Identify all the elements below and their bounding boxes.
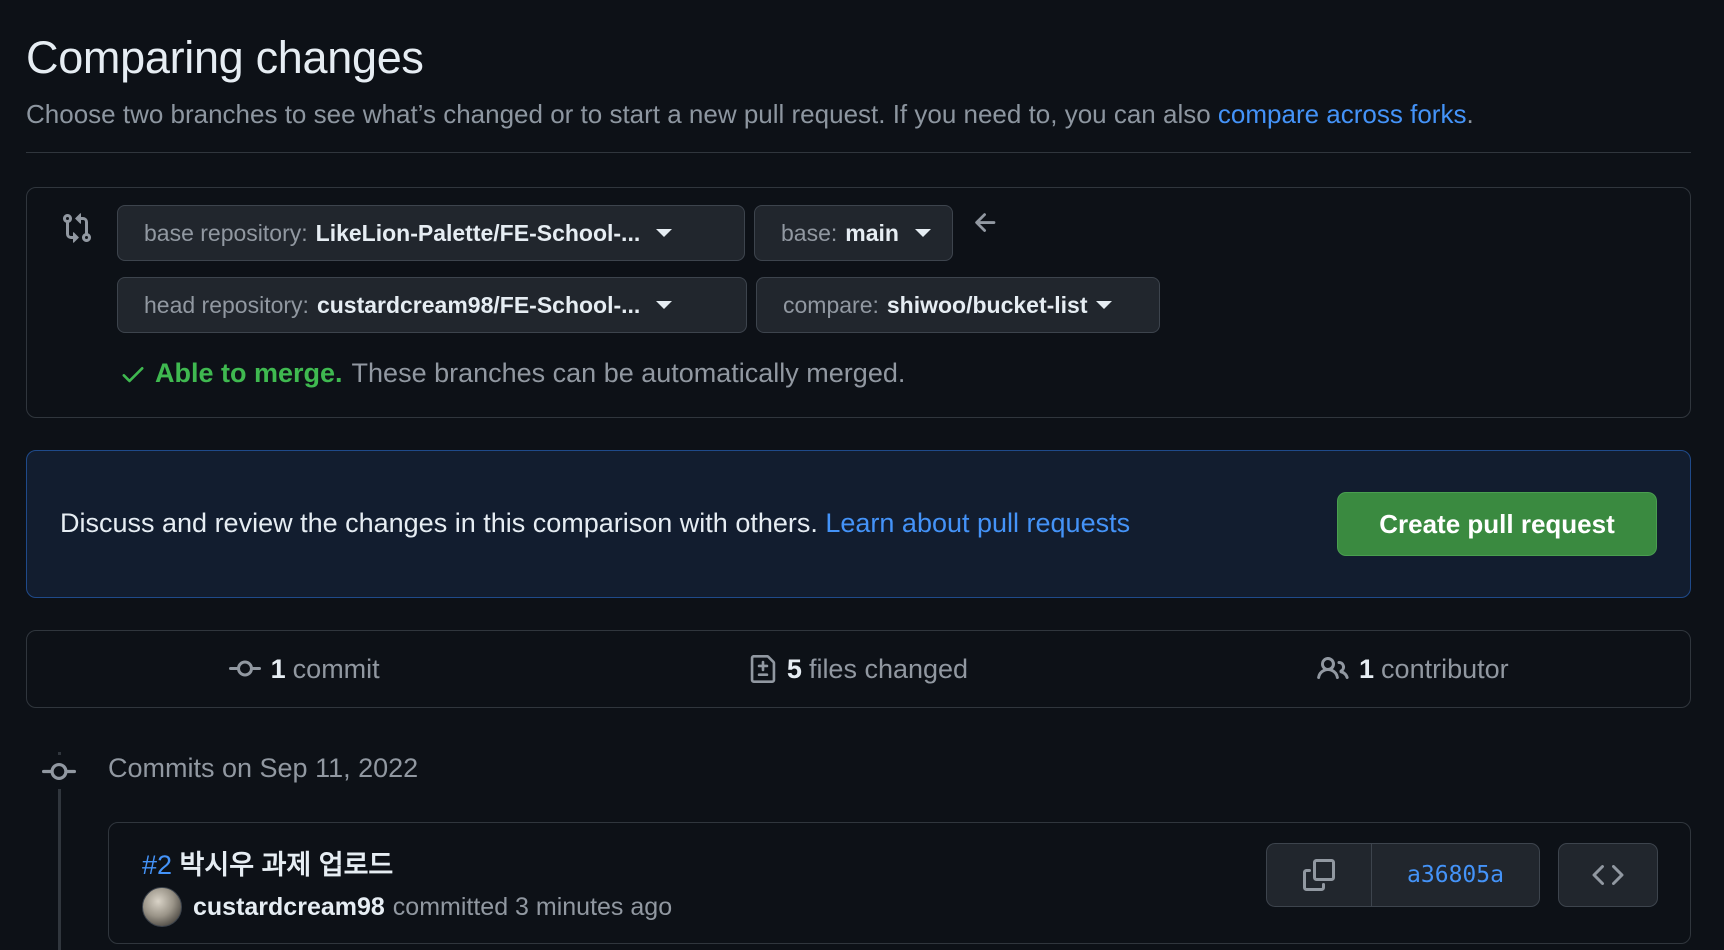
chevron-down-icon <box>914 229 931 237</box>
contributors-count: 1 <box>1359 653 1375 684</box>
page: Comparing changes Choose two branches to… <box>0 0 1724 950</box>
check-icon <box>122 366 144 382</box>
contributors-stat[interactable]: 1 contributor <box>1136 653 1690 685</box>
files-changed-label: files changed <box>808 653 969 684</box>
head-repository-label: head repository: <box>144 291 309 318</box>
discuss-description: Discuss and review the changes in this c… <box>60 508 826 538</box>
git-compare-icon <box>63 213 92 243</box>
arrow-left-icon <box>975 213 996 232</box>
commits-date-header: Commits on Sep 11, 2022 <box>108 753 419 783</box>
compare-branch-label: compare: <box>783 291 879 318</box>
contributors-label: contributor <box>1381 653 1509 684</box>
range-editor: base repository: LikeLion-Palette/FE-Sch… <box>26 187 1691 418</box>
compare-branch-value: shiwoo/bucket-list <box>886 291 1088 318</box>
compare-across-forks-link[interactable]: compare across forks <box>1218 99 1467 129</box>
git-commit-icon <box>42 755 76 789</box>
copy-sha-button[interactable] <box>1267 844 1372 906</box>
header-divider <box>26 152 1691 153</box>
base-branch-select[interactable]: base: main <box>754 205 953 261</box>
base-repository-select[interactable]: base repository: LikeLion-Palette/FE-Sch… <box>117 205 745 261</box>
commits-count: 1 <box>270 653 286 684</box>
discuss-text: Discuss and review the changes in this c… <box>60 508 1130 539</box>
code-icon <box>1592 864 1624 886</box>
merge-message: These branches can be automatically merg… <box>351 358 906 388</box>
learn-about-pull-requests-link[interactable]: Learn about pull requests <box>825 508 1130 538</box>
files-changed-count: 5 <box>786 653 802 684</box>
subtitle-end: . <box>1466 99 1474 129</box>
browse-repository-button[interactable] <box>1558 843 1658 907</box>
head-repository-select[interactable]: head repository: custardcream98/FE-Schoo… <box>117 277 747 333</box>
commit-message[interactable]: 박시우 과제 업로드 <box>172 850 394 880</box>
files-changed-stat[interactable]: 5 files changed <box>581 653 1135 685</box>
merge-ok-text: Able to merge. <box>155 358 343 388</box>
commit-sha-link[interactable]: a36805a <box>1372 844 1539 906</box>
page-title: Comparing changes <box>26 32 424 83</box>
comparison-stats: 1 commit 5 files changed 1 contributor <box>26 630 1691 708</box>
file-diff-icon <box>750 655 776 683</box>
commit-author[interactable]: custardcream98 <box>193 893 385 922</box>
subtitle-text: Choose two branches to see what’s change… <box>26 99 1218 129</box>
base-repository-value: LikeLion-Palette/FE-School-... <box>315 219 641 246</box>
page-subtitle: Choose two branches to see what’s change… <box>26 99 1474 130</box>
create-pr-blankslate: Discuss and review the changes in this c… <box>26 450 1691 598</box>
avatar[interactable] <box>142 887 182 927</box>
commit-meta: custardcream98 committed 3 minutes ago <box>142 887 672 927</box>
chevron-down-icon <box>656 301 673 309</box>
base-branch-value: main <box>845 219 899 246</box>
commit-list-item: #2 박시우 과제 업로드 custardcream98 committed 3… <box>108 822 1691 944</box>
git-commit-icon <box>228 660 261 677</box>
copy-icon <box>1303 859 1335 891</box>
merge-status: Able to merge. These branches can be aut… <box>119 358 905 389</box>
chevron-down-icon <box>1095 301 1112 309</box>
commit-sha-group: a36805a <box>1266 843 1540 907</box>
people-icon <box>1317 656 1349 680</box>
commit-action: committed 3 minutes ago <box>392 892 673 921</box>
commits-label: commit <box>292 653 380 684</box>
base-branch-label: base: <box>781 219 838 246</box>
head-repository-value: custardcream98/FE-School-... <box>316 291 641 318</box>
commit-pr-link[interactable]: #2 <box>142 850 172 880</box>
commit-title[interactable]: #2 박시우 과제 업로드 <box>142 843 393 882</box>
commits-stat[interactable]: 1 commit <box>27 653 581 685</box>
base-repository-label: base repository: <box>144 219 308 246</box>
compare-branch-select[interactable]: compare: shiwoo/bucket-list <box>756 277 1160 333</box>
chevron-down-icon <box>656 229 673 237</box>
create-pull-request-button[interactable]: Create pull request <box>1337 492 1657 556</box>
